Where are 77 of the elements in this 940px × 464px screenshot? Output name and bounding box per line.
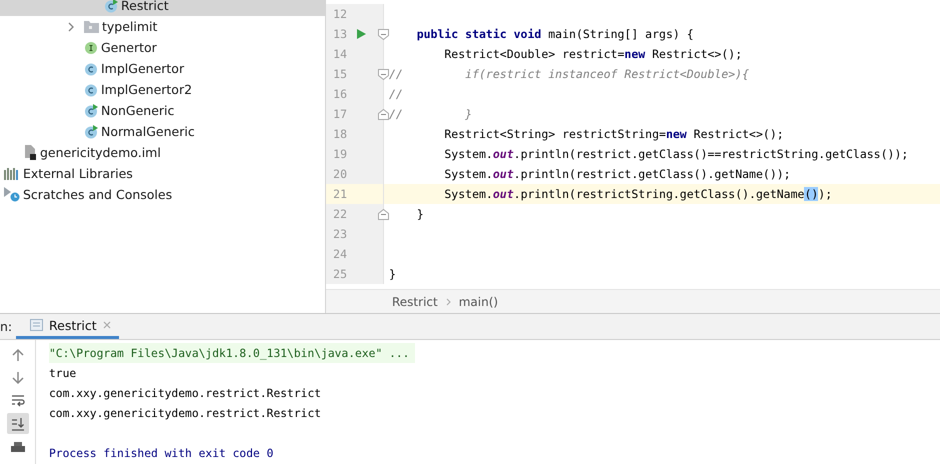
- console-icon: [30, 319, 43, 331]
- chevron-icon: [446, 298, 451, 306]
- class-icon: [84, 82, 98, 96]
- close-icon[interactable]: [102, 321, 111, 329]
- code-text: //: [388, 87, 403, 101]
- console-line: true: [49, 366, 78, 382]
- breadcrumb[interactable]: Restrict: [392, 294, 438, 308]
- console-line: com.xxy.genericitydemo.restrict.Restrict: [49, 386, 322, 402]
- scroll-to-end-icon: [10, 416, 24, 430]
- class-icon: [84, 62, 98, 76]
- code-text: // if(restrict instanceof Restrict<Double>){: [388, 67, 750, 81]
- fold-marker-icon[interactable]: [378, 68, 389, 80]
- tree-item-label: ImplGenertor: [101, 61, 184, 76]
- line-number: 13: [332, 27, 347, 41]
- line-number: 19: [332, 147, 347, 161]
- line-number: 18: [332, 127, 347, 141]
- tree-item[interactable]: NonGeneric: [0, 100, 325, 121]
- line-number: 22: [332, 207, 347, 221]
- code-text: System.out.println(restrict.getClass()==restrictString.getClass());: [443, 147, 908, 161]
- line-number: 24: [332, 247, 347, 261]
- code-text: }: [388, 267, 396, 281]
- folder-icon: [84, 20, 99, 33]
- tree-item-label: Scratches and Consoles: [23, 187, 172, 202]
- code-text: Restrict<String> restrictString=new Restrict<>();: [443, 127, 784, 141]
- line-number: 15: [332, 67, 347, 81]
- line-number: 23: [332, 227, 347, 241]
- tree-item-label: NonGeneric: [101, 103, 174, 118]
- runnable-class-icon: [84, 104, 98, 118]
- line-number: 14: [332, 47, 347, 61]
- tree-item[interactable]: genericitydemo.iml: [0, 142, 325, 163]
- tree-item[interactable]: Scratches and Consoles: [0, 184, 325, 205]
- runnable-class-icon: [104, 0, 118, 12]
- tree-item[interactable]: Restrict: [0, 0, 325, 16]
- tree-item-label: External Libraries: [23, 166, 133, 181]
- tree-item[interactable]: typelimit: [0, 16, 325, 37]
- tree-item-label: genericitydemo.iml: [40, 145, 161, 160]
- tree-item-label: Genertor: [101, 40, 157, 55]
- tree-item[interactable]: ImplGenertor: [0, 58, 325, 79]
- tree-item[interactable]: NormalGeneric: [0, 121, 325, 142]
- tree-item-label: NormalGeneric: [101, 124, 195, 139]
- fold-marker-icon[interactable]: [378, 108, 389, 120]
- interface-icon: [84, 40, 98, 54]
- soft-wrap-icon: [10, 394, 24, 407]
- tree-item-label: ImplGenertor2: [101, 82, 192, 97]
- code-text: // }: [388, 107, 472, 121]
- fold-marker-icon[interactable]: [378, 28, 389, 40]
- code-text: }: [416, 207, 424, 221]
- console-line: com.xxy.genericitydemo.restrict.Restrict: [49, 406, 322, 422]
- tree-item[interactable]: Genertor: [0, 37, 325, 58]
- fold-marker-icon[interactable]: [378, 208, 389, 220]
- up-arrow-icon: [12, 348, 24, 362]
- libraries-icon: [4, 167, 20, 180]
- code-text: System.out.println(restrictString.getClass().getName());: [443, 187, 832, 201]
- scratches-icon: [4, 187, 20, 202]
- breadcrumb[interactable]: main(): [458, 294, 498, 308]
- tree-item-label: Restrict: [121, 0, 169, 13]
- runnable-class-icon: [84, 124, 98, 138]
- down-arrow-icon: [12, 370, 24, 384]
- tree-item[interactable]: External Libraries: [0, 163, 325, 184]
- line-number: 20: [332, 167, 347, 181]
- run-icon[interactable]: [356, 29, 366, 39]
- panel-label: n:: [0, 319, 14, 334]
- line-number: 12: [332, 7, 347, 21]
- code-text: public static void main(String[] args) {: [416, 27, 694, 41]
- code-text: System.out.println(restrict.getClass().getName());: [443, 167, 791, 181]
- tree-item[interactable]: ImplGenertor2: [0, 79, 325, 100]
- line-number: 21: [332, 187, 347, 201]
- print-icon: [10, 442, 24, 452]
- line-number: 25: [332, 267, 347, 281]
- code-text: Restrict<Double> restrict=new Restrict<>();: [443, 47, 742, 61]
- run-tab[interactable]: Restrict: [16, 314, 119, 339]
- line-number: 16: [332, 87, 347, 101]
- console-line: Process finished with exit code 0: [49, 446, 274, 462]
- file-icon: [24, 145, 37, 160]
- line-number: 17: [332, 107, 347, 121]
- toolbar-button[interactable]: [6, 413, 28, 434]
- tree-item-label: typelimit: [102, 19, 158, 34]
